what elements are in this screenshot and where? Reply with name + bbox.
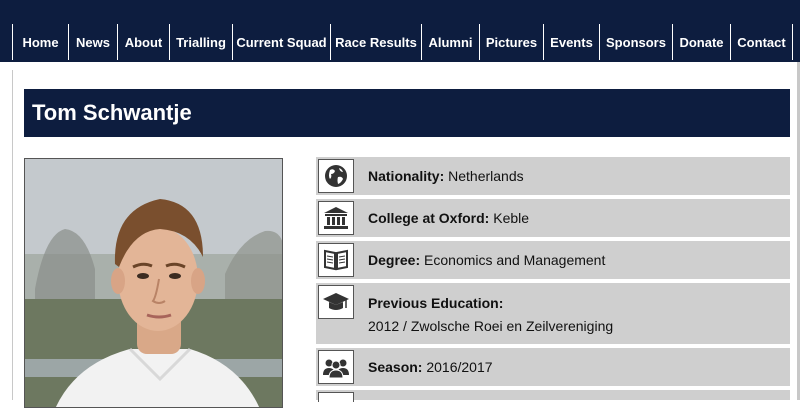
college-value: Keble [493, 210, 530, 226]
info-row-college: College at Oxford: Keble [316, 199, 790, 237]
nav-item-about[interactable]: About [118, 24, 170, 60]
degree-value: Economics and Management [424, 252, 606, 268]
info-row-nationality: Nationality: Netherlands [316, 157, 790, 195]
info-row-next-partial [316, 390, 790, 402]
nav-item-home[interactable]: Home [13, 24, 69, 60]
nationality-value: Netherlands [448, 168, 524, 184]
nationality-text: Nationality: Netherlands [368, 168, 524, 184]
previous-education-label-line: Previous Education: [368, 295, 503, 311]
group-icon [318, 350, 354, 384]
season-label: Season: [368, 359, 423, 375]
top-navigation-bar: Home News About Trialling Current Squad … [0, 0, 800, 62]
nav-item-race-results[interactable]: Race Results [331, 24, 422, 60]
globe-icon [318, 159, 354, 193]
next-row-icon [318, 392, 354, 402]
nav-item-sponsors[interactable]: Sponsors [600, 24, 673, 60]
nav-item-alumni[interactable]: Alumni [422, 24, 480, 60]
nav-item-trialling[interactable]: Trialling [170, 24, 233, 60]
content-frame-left-border [12, 70, 13, 400]
previous-education-label: Previous Education: [368, 295, 504, 311]
profile-photo-image [25, 159, 282, 407]
previous-education-value: 2012 / Zwolsche Roei en Zeilvereniging [368, 318, 614, 334]
graduation-cap-icon [318, 285, 354, 319]
profile-photo [24, 158, 283, 408]
nav-item-donate[interactable]: Donate [673, 24, 731, 60]
info-row-season: Season: 2016/2017 [316, 348, 790, 386]
nav-item-events[interactable]: Events [544, 24, 600, 60]
college-building-icon [318, 201, 354, 235]
nationality-label: Nationality: [368, 168, 445, 184]
info-row-degree: Degree: Economics and Management [316, 241, 790, 279]
degree-label: Degree: [368, 252, 421, 268]
season-value: 2016/2017 [426, 359, 493, 375]
info-row-previous-education: Previous Education: 2012 / Zwolsche Roei… [316, 283, 790, 344]
college-label: College at Oxford: [368, 210, 490, 226]
college-text: College at Oxford: Keble [368, 210, 529, 226]
nav-item-news[interactable]: News [69, 24, 118, 60]
page-title-bar: Tom Schwantje [24, 89, 790, 137]
nav-item-contact[interactable]: Contact [731, 24, 793, 60]
nav-item-pictures[interactable]: Pictures [480, 24, 544, 60]
open-book-icon [318, 243, 354, 277]
page-title: Tom Schwantje [32, 100, 192, 125]
nav-menu: Home News About Trialling Current Squad … [12, 24, 793, 60]
nav-item-current-squad[interactable]: Current Squad [233, 24, 331, 60]
degree-text: Degree: Economics and Management [368, 252, 605, 268]
season-text: Season: 2016/2017 [368, 359, 493, 375]
